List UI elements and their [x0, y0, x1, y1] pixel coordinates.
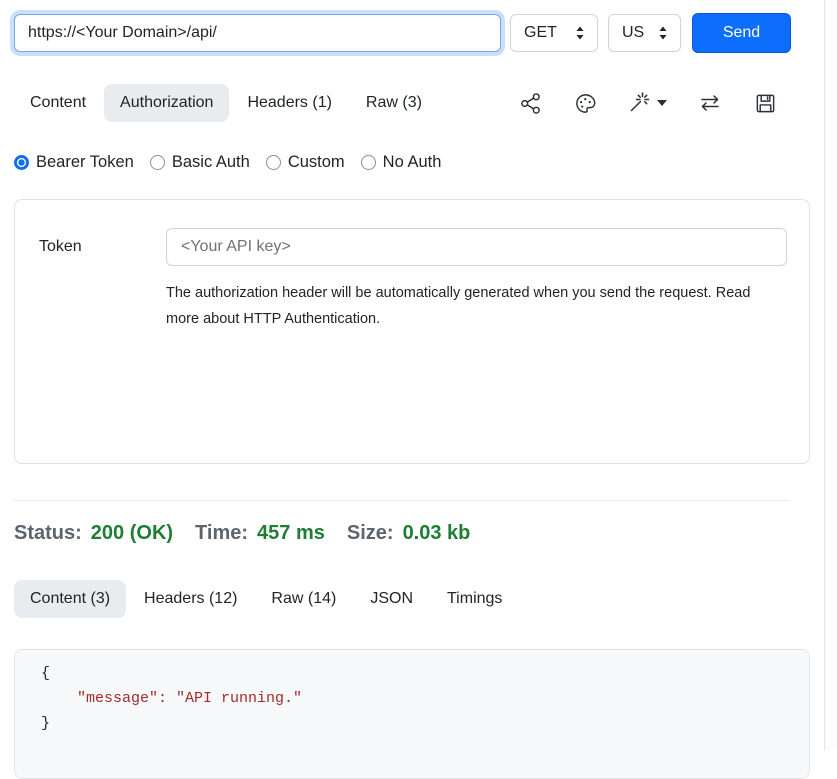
- tab-content[interactable]: Content: [14, 84, 102, 122]
- send-button[interactable]: Send: [692, 13, 791, 53]
- response-status-bar: Status: 200 (OK) Time: 457 ms Size: 0.03…: [14, 522, 810, 545]
- auth-type-options: Bearer Token Basic Auth Custom No Auth: [14, 153, 810, 172]
- tab-authorization[interactable]: Authorization: [104, 84, 229, 122]
- save-icon[interactable]: [753, 91, 777, 115]
- radio-unselected-icon: [150, 155, 165, 170]
- time-pair: Time: 457 ms: [195, 522, 325, 545]
- radio-selected-icon: [14, 155, 29, 170]
- api-client-app: GET US Send Content Authorization Header…: [0, 0, 824, 750]
- status-value: 200 (OK): [91, 522, 173, 545]
- magic-wand-icon: [628, 91, 652, 115]
- radio-bearer-token[interactable]: Bearer Token: [14, 153, 134, 172]
- magic-wand-dropdown[interactable]: [628, 91, 667, 115]
- tab-response-content[interactable]: Content (3): [14, 580, 126, 618]
- radio-label: Basic Auth: [172, 153, 250, 172]
- radio-basic-auth[interactable]: Basic Auth: [150, 153, 250, 172]
- code-message-line: "message": "API running.": [41, 690, 302, 707]
- token-label: Token: [39, 228, 166, 463]
- radio-label: Bearer Token: [36, 153, 134, 172]
- region-select[interactable]: US: [608, 14, 681, 52]
- response-tabs: Content (3) Headers (12) Raw (14) JSON T…: [14, 580, 810, 618]
- updown-arrows-icon: [573, 25, 587, 41]
- radio-custom[interactable]: Custom: [266, 153, 345, 172]
- tab-response-headers[interactable]: Headers (12): [128, 580, 253, 618]
- request-bar: GET US Send: [14, 13, 810, 53]
- tab-response-raw[interactable]: Raw (14): [255, 580, 352, 618]
- radio-unselected-icon: [266, 155, 281, 170]
- toolbar-icons: [518, 91, 810, 115]
- url-input[interactable]: [14, 14, 501, 52]
- status-pair: Status: 200 (OK): [14, 522, 173, 545]
- swap-arrows-icon[interactable]: [698, 91, 722, 115]
- tab-response-json[interactable]: JSON: [354, 580, 429, 618]
- radio-label: Custom: [288, 153, 345, 172]
- palette-icon[interactable]: [573, 91, 597, 115]
- radio-unselected-icon: [361, 155, 376, 170]
- updown-arrows-icon: [656, 25, 670, 41]
- tab-raw[interactable]: Raw (3): [350, 84, 438, 122]
- size-value: 0.03 kb: [403, 522, 471, 545]
- chevron-down-icon: [657, 100, 667, 106]
- scrollbar-track[interactable]: [824, 0, 837, 750]
- bearer-token-panel: Token The authorization header will be a…: [14, 199, 810, 464]
- token-main: The authorization header will be automat…: [166, 228, 787, 463]
- token-input[interactable]: [166, 228, 787, 266]
- section-divider: [14, 500, 790, 501]
- tab-headers[interactable]: Headers (1): [231, 84, 347, 122]
- size-label: Size:: [347, 522, 394, 545]
- response-body-panel: { "message": "API running." }: [14, 649, 810, 779]
- time-label: Time:: [195, 522, 248, 545]
- region-value: US: [622, 24, 644, 42]
- size-pair: Size: 0.03 kb: [347, 522, 471, 545]
- code-close-brace: }: [41, 715, 50, 732]
- time-value: 457 ms: [257, 522, 325, 545]
- tab-response-timings[interactable]: Timings: [431, 580, 518, 618]
- share-icon[interactable]: [518, 91, 542, 115]
- radio-no-auth[interactable]: No Auth: [361, 153, 442, 172]
- status-label: Status:: [14, 522, 82, 545]
- code-open-brace: {: [41, 665, 50, 682]
- method-value: GET: [524, 24, 557, 42]
- response-json-code: { "message": "API running." }: [41, 661, 809, 736]
- request-tabs: Content Authorization Headers (1) Raw (3…: [14, 84, 810, 122]
- auth-help-text: The authorization header will be automat…: [166, 281, 758, 332]
- method-select[interactable]: GET: [510, 14, 598, 52]
- radio-label: No Auth: [383, 153, 442, 172]
